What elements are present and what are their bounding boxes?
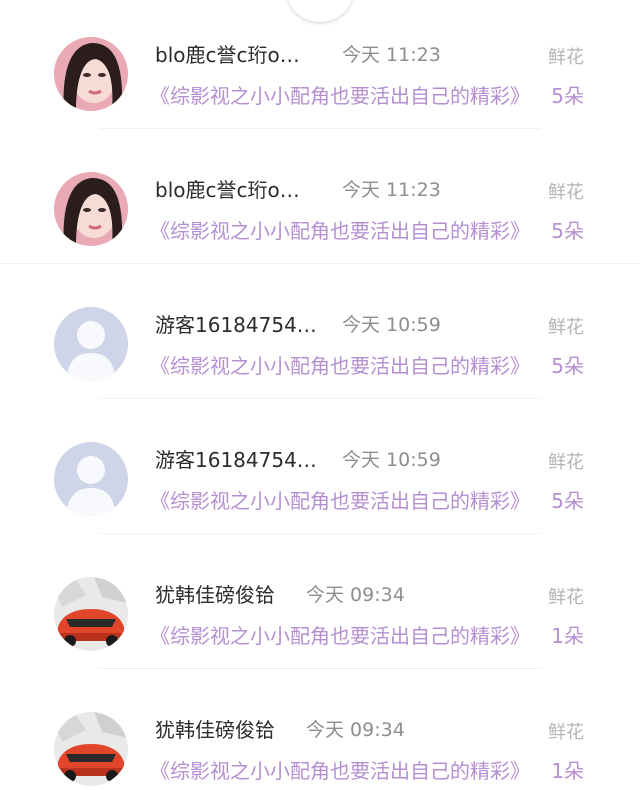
book-title-link[interactable]: 《综影视之小小配角也要活出自己的精彩》 xyxy=(150,350,535,379)
sender-name: blo鹿c誉c珩o… xyxy=(155,178,300,202)
divider xyxy=(100,533,540,534)
gift-quantity: 5朵 xyxy=(551,84,584,108)
sender-name: 游客16184754… xyxy=(155,448,317,472)
book-title-link[interactable]: 《综影视之小小配角也要活出自己的精彩》 xyxy=(150,485,535,514)
gift-type-label: 鲜花 xyxy=(548,452,584,473)
avatar[interactable] xyxy=(54,712,128,786)
avatar[interactable] xyxy=(54,442,128,516)
gift-type-label: 鲜花 xyxy=(548,182,584,203)
gift-type-label: 鲜花 xyxy=(548,47,584,68)
default-user-icon xyxy=(54,307,128,381)
sender-name: blo鹿c誉c珩o… xyxy=(155,43,300,67)
timestamp: 今天 10:59 xyxy=(342,449,441,471)
divider xyxy=(100,398,540,399)
divider xyxy=(100,128,540,129)
avatar[interactable] xyxy=(54,37,128,111)
sender-name: 游客16184754… xyxy=(155,313,317,337)
divider xyxy=(100,668,540,669)
avatar[interactable] xyxy=(54,307,128,381)
gift-record-list: blo鹿c誉c珩o… 今天 11:23 鲜花 《综影视之小小配角也要活出自己的精… xyxy=(0,0,640,790)
gift-records-page: blo鹿c誉c珩o… 今天 11:23 鲜花 《综影视之小小配角也要活出自己的精… xyxy=(0,0,640,790)
divider xyxy=(0,263,640,264)
book-title-link[interactable]: 《综影视之小小配角也要活出自己的精彩》 xyxy=(150,620,535,649)
book-title-link[interactable]: 《综影视之小小配角也要活出自己的精彩》 xyxy=(150,755,535,784)
list-item[interactable]: blo鹿c誉c珩o… 今天 11:23 鲜花 《综影视之小小配角也要活出自己的精… xyxy=(0,135,640,270)
sender-name: 犹韩佳磅俊铪 xyxy=(155,583,275,607)
gift-quantity: 5朵 xyxy=(551,219,584,243)
avatar[interactable] xyxy=(54,577,128,651)
book-title-link[interactable]: 《综影视之小小配角也要活出自己的精彩》 xyxy=(150,215,535,244)
gift-quantity: 1朵 xyxy=(551,624,584,648)
timestamp: 今天 11:23 xyxy=(342,179,441,201)
list-item[interactable]: 犹韩佳磅俊铪 今天 09:34 鲜花 《综影视之小小配角也要活出自己的精彩》 1… xyxy=(0,675,640,790)
gift-type-label: 鲜花 xyxy=(548,587,584,608)
list-item[interactable]: 游客16184754… 今天 10:59 鲜花 《综影视之小小配角也要活出自己的… xyxy=(0,270,640,405)
timestamp: 今天 09:34 xyxy=(306,584,405,606)
gift-quantity: 1朵 xyxy=(551,759,584,783)
red-sports-car-icon xyxy=(54,712,128,786)
gift-type-label: 鲜花 xyxy=(548,317,584,338)
avatar[interactable] xyxy=(54,172,128,246)
list-item[interactable]: blo鹿c誉c珩o… 今天 11:23 鲜花 《综影视之小小配角也要活出自己的精… xyxy=(0,0,640,135)
woman-portrait-icon xyxy=(54,37,128,111)
default-user-icon xyxy=(54,442,128,516)
timestamp: 今天 11:23 xyxy=(342,44,441,66)
list-item[interactable]: 犹韩佳磅俊铪 今天 09:34 鲜花 《综影视之小小配角也要活出自己的精彩》 1… xyxy=(0,540,640,675)
gift-type-label: 鲜花 xyxy=(548,722,584,743)
timestamp: 今天 09:34 xyxy=(306,719,405,741)
woman-portrait-icon xyxy=(54,172,128,246)
gift-quantity: 5朵 xyxy=(551,489,584,513)
book-title-link[interactable]: 《综影视之小小配角也要活出自己的精彩》 xyxy=(150,80,535,109)
list-item[interactable]: 游客16184754… 今天 10:59 鲜花 《综影视之小小配角也要活出自己的… xyxy=(0,405,640,540)
timestamp: 今天 10:59 xyxy=(342,314,441,336)
red-sports-car-icon xyxy=(54,577,128,651)
sender-name: 犹韩佳磅俊铪 xyxy=(155,718,275,742)
gift-quantity: 5朵 xyxy=(551,354,584,378)
